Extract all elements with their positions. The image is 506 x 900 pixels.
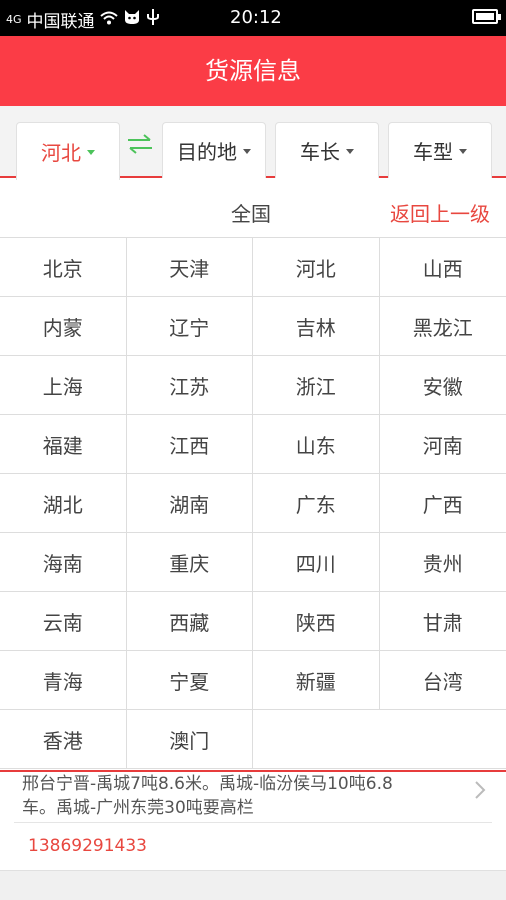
swap-icon[interactable] <box>126 134 156 154</box>
province-cell[interactable]: 青海 <box>0 651 127 709</box>
caret-down-icon <box>346 149 354 154</box>
province-cell-empty <box>253 710 380 768</box>
province-cell[interactable]: 福建 <box>0 415 127 473</box>
province-cell[interactable]: 天津 <box>127 238 253 296</box>
clock: 20:12 <box>230 7 282 28</box>
usb-icon <box>146 9 160 30</box>
listing-description: 邢台宁晋-禹城7吨8.6米。禹城-临汾侯马10吨6.8 车。禹城-广州东莞30吨… <box>22 772 452 820</box>
cat-icon <box>123 9 141 30</box>
province-cell[interactable]: 湖北 <box>0 474 127 532</box>
province-cell[interactable]: 江苏 <box>127 356 253 414</box>
province-cell[interactable]: 辽宁 <box>127 297 253 355</box>
province-cell[interactable]: 内蒙 <box>0 297 127 355</box>
filter-bar: 河北 目的地 车长 车型 <box>0 106 506 180</box>
wifi-icon <box>99 10 118 30</box>
province-cell[interactable]: 海南 <box>0 533 127 591</box>
listing-line-1: 邢台宁晋-禹城7吨8.6米。禹城-临汾侯马10吨6.8 <box>22 774 393 794</box>
phone-link[interactable]: 13869291433 <box>28 836 147 856</box>
province-cell[interactable]: 河北 <box>253 238 380 296</box>
destination-filter-button[interactable]: 目的地 <box>162 122 266 178</box>
province-row: 上海 江苏 浙江 安徽 <box>0 356 506 415</box>
province-row: 福建 江西 山东 河南 <box>0 415 506 474</box>
province-cell[interactable]: 广东 <box>253 474 380 532</box>
province-row: 青海 宁夏 新疆 台湾 <box>0 651 506 710</box>
divider <box>14 822 492 823</box>
province-cell[interactable]: 宁夏 <box>127 651 253 709</box>
province-cell[interactable]: 山东 <box>253 415 380 473</box>
province-row: 内蒙 辽宁 吉林 黑龙江 <box>0 297 506 356</box>
province-cell[interactable]: 上海 <box>0 356 127 414</box>
status-bar: 4G 中国联通 20:12 <box>0 0 506 36</box>
province-row: 北京 天津 河北 山西 <box>0 238 506 297</box>
province-cell[interactable]: 四川 <box>253 533 380 591</box>
chevron-right-icon <box>474 780 486 806</box>
footer-band <box>0 870 506 900</box>
signal-icon: 4G <box>6 13 22 26</box>
province-cell[interactable]: 广西 <box>380 474 506 532</box>
listing-line-2: 车。禹城-广州东莞30吨要高栏 <box>22 798 254 818</box>
province-cell[interactable]: 山西 <box>380 238 506 296</box>
back-to-parent-link[interactable]: 返回上一级 <box>390 198 490 227</box>
carrier-name: 中国联通 <box>26 12 95 32</box>
province-cell[interactable]: 香港 <box>0 710 127 768</box>
province-cell-empty <box>380 710 506 768</box>
province-grid: 北京 天津 河北 山西 内蒙 辽宁 吉林 黑龙江 上海 江苏 浙江 安徽 福建 江西 山东 河南 湖北 湖南 广东广… <box>0 238 506 769</box>
panel-header: 全国 返回上一级 <box>0 180 506 238</box>
national-option[interactable]: 全国 <box>231 198 271 227</box>
province-row: 海南 重庆 四川 贵州 <box>0 533 506 592</box>
province-cell[interactable]: 澳门 <box>127 710 253 768</box>
province-row: 湖北 湖南 广东 广西 <box>0 474 506 533</box>
battery-icon <box>472 9 501 24</box>
province-row: 云南 西藏 陕西 甘肃 <box>0 592 506 651</box>
page-title: 货源信息 <box>0 36 506 106</box>
length-label: 车长 <box>300 140 340 164</box>
province-cell[interactable]: 湖南 <box>127 474 253 532</box>
province-cell[interactable]: 浙江 <box>253 356 380 414</box>
province-cell[interactable]: 黑龙江 <box>380 297 506 355</box>
province-cell[interactable]: 台湾 <box>380 651 506 709</box>
province-row: 香港 澳门 <box>0 710 506 769</box>
origin-filter-button[interactable]: 河北 <box>16 122 120 180</box>
caret-down-icon <box>243 149 251 154</box>
province-cell[interactable]: 北京 <box>0 238 127 296</box>
province-cell[interactable]: 江西 <box>127 415 253 473</box>
caret-down-icon <box>87 150 95 155</box>
length-filter-button[interactable]: 车长 <box>275 122 379 178</box>
province-dropdown-panel: 全国 返回上一级 北京 天津 河北 山西 内蒙 辽宁 吉林 黑龙江 上海 江苏 浙江 安徽 福建 江西 山东… <box>0 180 506 772</box>
status-left: 4G 中国联通 <box>6 7 160 32</box>
province-cell[interactable]: 云南 <box>0 592 127 650</box>
province-cell[interactable]: 陕西 <box>253 592 380 650</box>
province-cell[interactable]: 新疆 <box>253 651 380 709</box>
province-cell[interactable]: 西藏 <box>127 592 253 650</box>
province-cell[interactable]: 吉林 <box>253 297 380 355</box>
province-cell[interactable]: 重庆 <box>127 533 253 591</box>
province-cell[interactable]: 河南 <box>380 415 506 473</box>
caret-down-icon <box>459 149 467 154</box>
cargo-listing[interactable]: 邢台宁晋-禹城7吨8.6米。禹城-临汾侯马10吨6.8 车。禹城-广州东莞30吨… <box>0 770 506 900</box>
province-cell[interactable]: 安徽 <box>380 356 506 414</box>
destination-label: 目的地 <box>177 140 237 164</box>
province-cell[interactable]: 甘肃 <box>380 592 506 650</box>
origin-label: 河北 <box>41 141 81 165</box>
province-cell[interactable]: 贵州 <box>380 533 506 591</box>
type-filter-button[interactable]: 车型 <box>388 122 492 178</box>
type-label: 车型 <box>413 140 453 164</box>
